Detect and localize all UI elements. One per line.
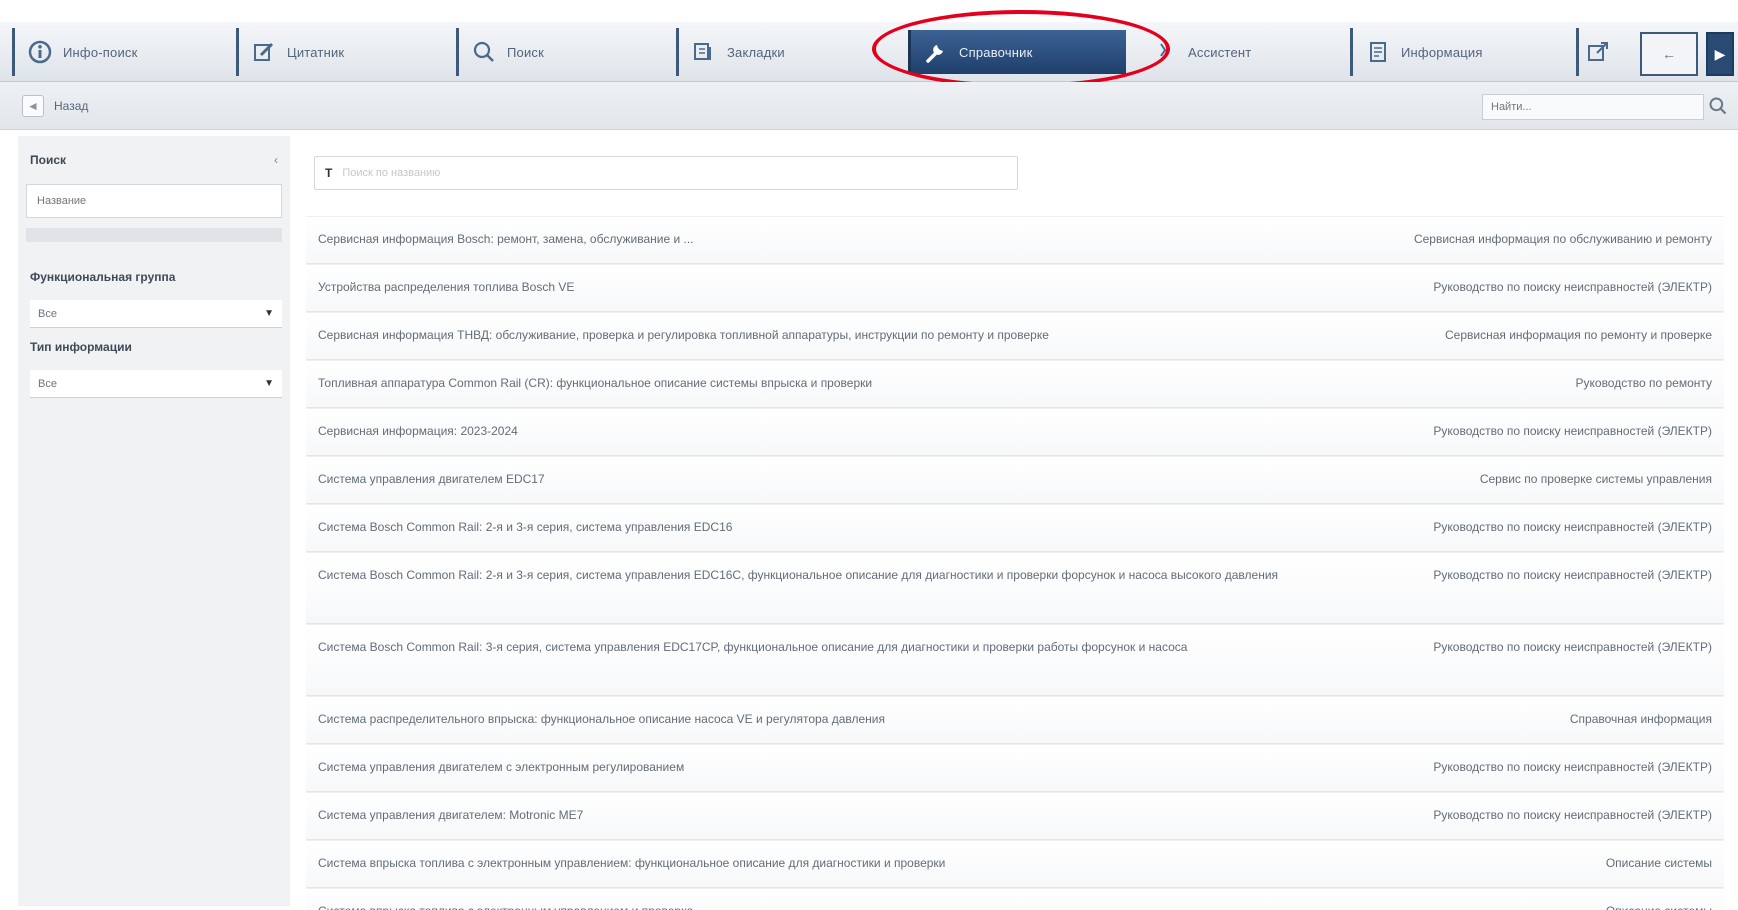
wrench-icon [923, 39, 949, 65]
result-row[interactable]: Система управления двигателем EDC17 Серви… [306, 456, 1724, 504]
global-search-input[interactable] [1482, 94, 1704, 120]
tab-information-label: Информация [1401, 44, 1483, 60]
result-category: Сервис по проверке системы управления [1479, 472, 1712, 486]
result-category: Руководство по поиску неисправностей (ЭЛ… [1433, 280, 1712, 294]
result-category: Справочная информация [1569, 712, 1712, 726]
filter-sidebar: Поиск ‹ Функциональная группа Все ▼ Тип … [18, 136, 290, 906]
results-panel: Т Поиск по названию Сервисная информация… [306, 136, 1724, 910]
result-title: Сервисная информация Bosch: ремонт, заме… [318, 232, 694, 246]
result-title: Система впрыска топлива с электронным уп… [318, 901, 693, 910]
nav-prev-button[interactable]: ← [1640, 32, 1698, 76]
result-row[interactable]: Система впрыска топлива с электронным уп… [306, 840, 1724, 888]
info-icon [27, 39, 53, 65]
bookmark-icon [251, 39, 277, 65]
result-title: Система управления двигателем с электрон… [318, 760, 685, 774]
result-row[interactable]: Система впрыска топлива с электронным уп… [306, 888, 1724, 910]
title-filter-input[interactable]: Т Поиск по названию [314, 156, 1018, 190]
result-row[interactable]: Сервисная информация: 2023-2024 Руководст… [306, 408, 1724, 456]
back-icon: ◄ [22, 95, 44, 117]
tab-quotes[interactable]: Цитатник [236, 28, 446, 76]
tab-info-search[interactable]: Инфо-поиск [12, 28, 220, 76]
tab-search-label: Поиск [507, 44, 545, 60]
assistant-icon [1152, 39, 1178, 65]
filter-prefix: Т [325, 166, 333, 180]
result-title: Система Bosch Common Rail: 2-я и 3-я сер… [318, 568, 1279, 582]
nav-next-button[interactable]: ▶ [1706, 32, 1734, 76]
result-row[interactable]: Система Bosch Common Rail: 2-я и 3-я сер… [306, 504, 1724, 552]
collapse-icon[interactable]: ‹ [274, 153, 278, 167]
type-label: Тип информации [30, 340, 132, 354]
result-row[interactable]: Система управления двигателем: Motronic … [306, 792, 1724, 840]
sidebar-header: Поиск ‹ [18, 140, 290, 180]
external-link-icon [1585, 39, 1611, 65]
result-row[interactable]: Система Bosch Common Rail: 3-я серия, си… [306, 624, 1724, 696]
result-row[interactable]: Система Bosch Common Rail: 2-я и 3-я сер… [306, 552, 1724, 624]
tab-reference-label: Справочник [959, 44, 1033, 60]
tab-reference[interactable]: Справочник [908, 30, 1126, 74]
tab-assistant[interactable]: Ассистент [1140, 28, 1340, 76]
result-title: Система впрыска топлива с электронным уп… [318, 856, 946, 870]
search-icon [471, 39, 497, 65]
group-select[interactable]: Все ▼ [30, 300, 282, 328]
result-title: Система Bosch Common Rail: 3-я серия, си… [318, 640, 1188, 654]
result-row[interactable]: Сервисная информация Bosch: ремонт, заме… [306, 216, 1724, 264]
result-title: Устройства распределения топлива Bosch V… [318, 280, 575, 294]
sidebar-divider [26, 228, 282, 242]
result-title: Система Bosch Common Rail: 2-я и 3-я сер… [318, 520, 733, 534]
type-select[interactable]: Все ▼ [30, 370, 282, 398]
type-select-value: Все [38, 377, 57, 390]
tab-assistant-label: Ассистент [1188, 44, 1252, 60]
result-row[interactable]: Сервисная информация ТНВД: обслуживание,… [306, 312, 1724, 360]
result-row[interactable]: Устройства распределения топлива Bosch V… [306, 264, 1724, 312]
result-title: Сервисная информация: 2023-2024 [318, 424, 518, 438]
result-title: Система управления двигателем: Motronic … [318, 808, 584, 822]
group-select-value: Все [38, 307, 57, 320]
chevron-down-icon: ▼ [264, 308, 274, 319]
back-label: Назад [54, 99, 89, 113]
result-category: Сервисная информация по обслуживанию и р… [1413, 232, 1712, 246]
tab-external[interactable] [1576, 28, 1636, 76]
name-filter-input[interactable] [26, 184, 282, 218]
search-icon[interactable] [1708, 96, 1730, 118]
tab-bookmarks-label: Закладки [727, 44, 785, 60]
result-row[interactable]: Топливная аппаратура Common Rail (CR): ф… [306, 360, 1724, 408]
tab-bookmarks[interactable]: Закладки [676, 28, 902, 76]
result-category: Руководство по поиску неисправностей (ЭЛ… [1433, 808, 1712, 822]
tab-search[interactable]: Поиск [456, 28, 666, 76]
filter-placeholder: Поиск по названию [342, 167, 441, 179]
results-list: Сервисная информация Bosch: ремонт, заме… [306, 216, 1724, 910]
result-category: Руководство по поиску неисправностей (ЭЛ… [1433, 520, 1712, 534]
result-title: Система распределительного впрыска: функ… [318, 712, 885, 726]
result-category: Руководство по поиску неисправностей (ЭЛ… [1433, 568, 1712, 582]
result-category: Описание системы [1606, 901, 1712, 910]
result-category: Руководство по поиску неисправностей (ЭЛ… [1433, 424, 1712, 438]
folder-icon [691, 39, 717, 65]
tab-quotes-label: Цитатник [287, 44, 345, 60]
sidebar-title: Поиск [30, 153, 67, 167]
result-category: Руководство по поиску неисправностей (ЭЛ… [1433, 760, 1712, 774]
result-row[interactable]: Система распределительного впрыска: функ… [306, 696, 1724, 744]
result-category: Руководство по поиску неисправностей (ЭЛ… [1433, 640, 1712, 654]
back-button[interactable]: ◄ Назад [22, 92, 88, 120]
main-toolbar: Инфо-поиск Цитатник Поиск Закладки Справ… [0, 22, 1738, 82]
document-icon [1365, 39, 1391, 65]
result-title: Сервисная информация ТНВД: обслуживание,… [318, 328, 1049, 342]
result-category: Описание системы [1605, 856, 1712, 870]
group-label: Функциональная группа [30, 270, 176, 284]
result-title: Система управления двигателем EDC17 [318, 472, 545, 486]
tab-information[interactable]: Информация [1350, 28, 1570, 76]
result-title: Топливная аппаратура Common Rail (CR): ф… [318, 376, 873, 390]
secondary-toolbar: ◄ Назад [0, 82, 1738, 130]
chevron-down-icon: ▼ [264, 378, 274, 389]
result-category: Руководство по ремонту [1575, 376, 1713, 390]
result-category: Сервисная информация по ремонту и провер… [1444, 328, 1712, 342]
result-row[interactable]: Система управления двигателем с электрон… [306, 744, 1724, 792]
tab-info-search-label: Инфо-поиск [63, 44, 138, 60]
